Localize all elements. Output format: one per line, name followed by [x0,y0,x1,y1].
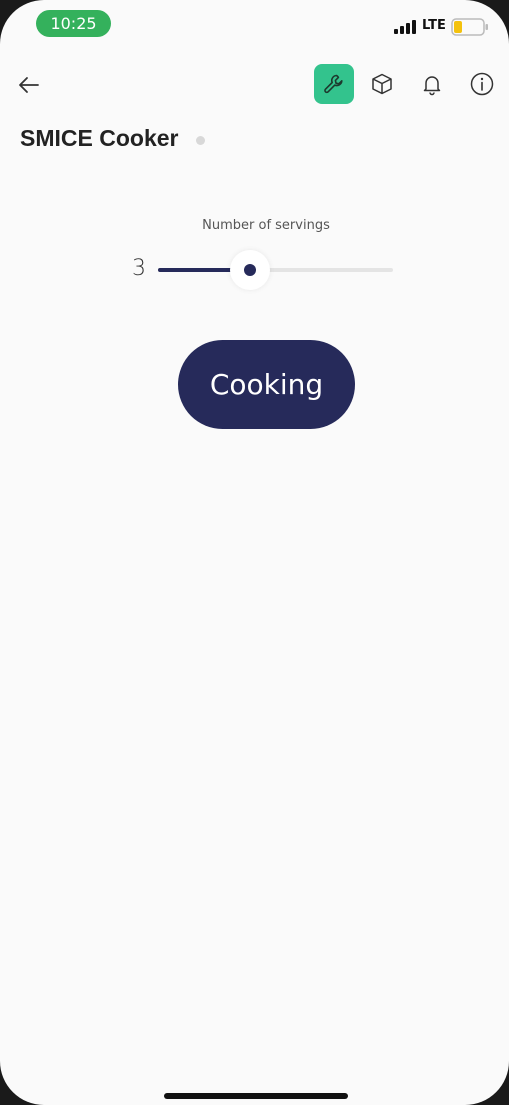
battery-icon [451,18,488,36]
tab-product[interactable] [368,70,396,98]
tab-info[interactable] [468,70,496,98]
signal-icon [394,20,416,34]
slider-thumb-dot [244,264,256,276]
bell-icon [423,76,441,96]
wrench-icon [324,74,343,94]
arrow-left-icon [19,77,39,93]
connection-status-dot [196,136,205,145]
cooking-button[interactable]: Cooking [178,340,355,429]
servings-value: 3 [132,256,146,281]
home-indicator [164,1093,348,1099]
info-icon [470,72,494,96]
status-bar: 10:25 LTE [0,0,509,50]
tab-notifications[interactable] [418,70,446,98]
servings-slider[interactable] [158,250,393,290]
phone-screen: 10:25 LTE SMICE Cooker Number of serving… [0,0,509,1105]
servings-label: Number of servings [202,218,330,233]
slider-thumb[interactable] [230,250,270,290]
page-title: SMICE Cooker [20,125,179,151]
cube-icon [372,73,392,95]
network-type: LTE [422,18,446,33]
back-button[interactable] [14,70,44,100]
tab-settings-wrench[interactable] [314,64,354,104]
status-time: 10:25 [36,10,111,37]
